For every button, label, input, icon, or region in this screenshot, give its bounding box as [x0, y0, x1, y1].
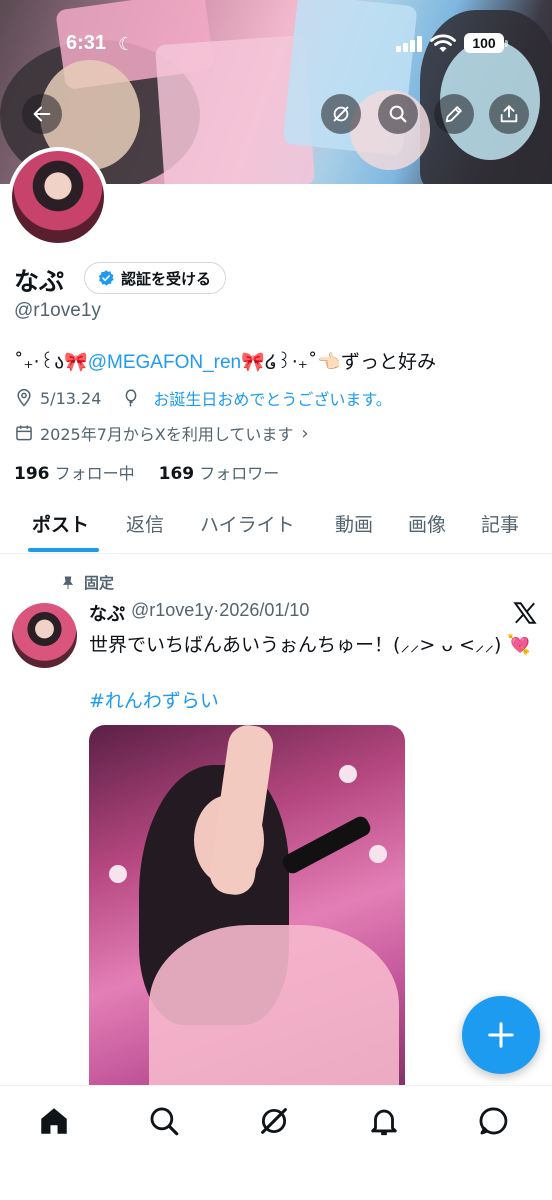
pin-icon [63, 576, 73, 589]
edit-profile-button[interactable] [434, 94, 474, 134]
verified-badge-icon [98, 270, 114, 286]
nav-search[interactable] [147, 1104, 181, 1138]
search-profile-button[interactable] [378, 94, 418, 134]
post-header: なぷ @r1ove1y·2026/01/10 [89, 600, 309, 626]
profile-name: なぷ [14, 267, 65, 296]
nav-notifications[interactable] [367, 1104, 401, 1138]
birthday-link[interactable]: お誕生日おめでとうございます。 [153, 386, 391, 410]
joined-row[interactable]: 2025年7月からXを利用しています › [14, 421, 309, 445]
x-logo-icon [513, 602, 537, 624]
wifi-icon [430, 34, 456, 52]
nav-grok[interactable] [257, 1104, 291, 1138]
post-meta: @r1ove1y·2026/01/10 [131, 600, 310, 620]
active-tab-indicator [28, 548, 99, 552]
following-link[interactable]: 196 フォロー中 [14, 460, 135, 484]
bio-prefix: ˚₊‧꒰ა🎀 [14, 351, 88, 373]
post-author-name[interactable]: なぷ [89, 600, 125, 626]
nav-home[interactable] [37, 1104, 71, 1138]
grok-icon [333, 106, 349, 122]
cellular-signal-icon [396, 36, 426, 52]
post-author-avatar[interactable] [12, 603, 77, 668]
location-pin-icon [17, 388, 31, 407]
post-hashtag-link[interactable]: #れんわずらい [89, 686, 219, 713]
tab-images[interactable]: 画像 [408, 510, 446, 537]
home-icon [41, 1108, 67, 1134]
profile-meta-row: 5/13.24 お誕生日おめでとうございます。 [14, 386, 392, 410]
bio-suffix: 🎀໒꒱‧₊˚👈🏻ずっと好み [241, 351, 436, 373]
share-button[interactable] [489, 94, 529, 134]
battery-indicator: 100 [464, 33, 504, 53]
followers-label: フォロワー [199, 464, 280, 483]
profile-avatar[interactable] [8, 147, 108, 247]
pencil-icon [445, 106, 462, 123]
followers-link[interactable]: 169 フォロワー [159, 460, 280, 484]
messages-icon [479, 1107, 508, 1135]
focus-moon-icon: ☾ [118, 34, 135, 55]
pinned-indicator: 固定 [60, 572, 114, 593]
tab-highlights[interactable]: ハイライト [200, 510, 295, 537]
joined-date: 2025年7月からXを利用しています [40, 425, 294, 444]
post-text: 世界でいちばんあいうぉんちゅー！(⸝⸝> ᴗ <⸝⸝) 💘 [89, 634, 532, 656]
profile-tabs: ポスト 返信 ハイライト 動画 画像 記事 [0, 496, 552, 554]
tab-replies[interactable]: 返信 [126, 510, 164, 537]
bell-icon [371, 1109, 397, 1136]
followers-count: 169 [158, 464, 195, 484]
get-verified-label: 認証を受ける [121, 269, 212, 288]
tab-posts[interactable]: ポスト [32, 510, 89, 537]
back-button[interactable] [22, 94, 62, 134]
chevron-right-icon: › [301, 422, 309, 444]
profile-location: 5/13.24 [40, 388, 102, 408]
search-icon [150, 1107, 179, 1136]
tab-videos[interactable]: 動画 [335, 510, 373, 537]
status-time: 6:31 [66, 32, 107, 54]
get-verified-button[interactable]: 認証を受ける [84, 262, 227, 294]
search-icon [389, 105, 407, 123]
balloon-icon [126, 389, 137, 407]
bottom-navigation [0, 1085, 552, 1200]
grok-icon [261, 1108, 287, 1134]
back-arrow-icon [33, 106, 51, 122]
compose-post-button[interactable] [462, 996, 540, 1074]
tab-articles[interactable]: 記事 [481, 510, 519, 537]
post-media-image[interactable] [89, 725, 405, 1105]
bio-mention-link[interactable]: @MEGAFON_ren [88, 352, 241, 373]
profile-handle: @r1ove1y [14, 300, 101, 321]
plus-icon [488, 1022, 514, 1048]
following-label: フォロー中 [54, 464, 135, 483]
calendar-icon [16, 425, 32, 441]
nav-messages[interactable] [477, 1104, 511, 1138]
profile-bio: ˚₊‧꒰ა🎀@MEGAFON_ren🎀໒꒱‧₊˚👈🏻ずっと好み [14, 347, 436, 374]
follow-stats: 196 フォロー中 169 フォロワー [14, 460, 279, 484]
following-count: 196 [14, 464, 50, 484]
grok-button[interactable] [321, 94, 361, 134]
share-icon [500, 105, 518, 123]
pinned-label: 固定 [84, 574, 115, 592]
status-bar: 6:31 ☾ 100 [0, 32, 552, 58]
